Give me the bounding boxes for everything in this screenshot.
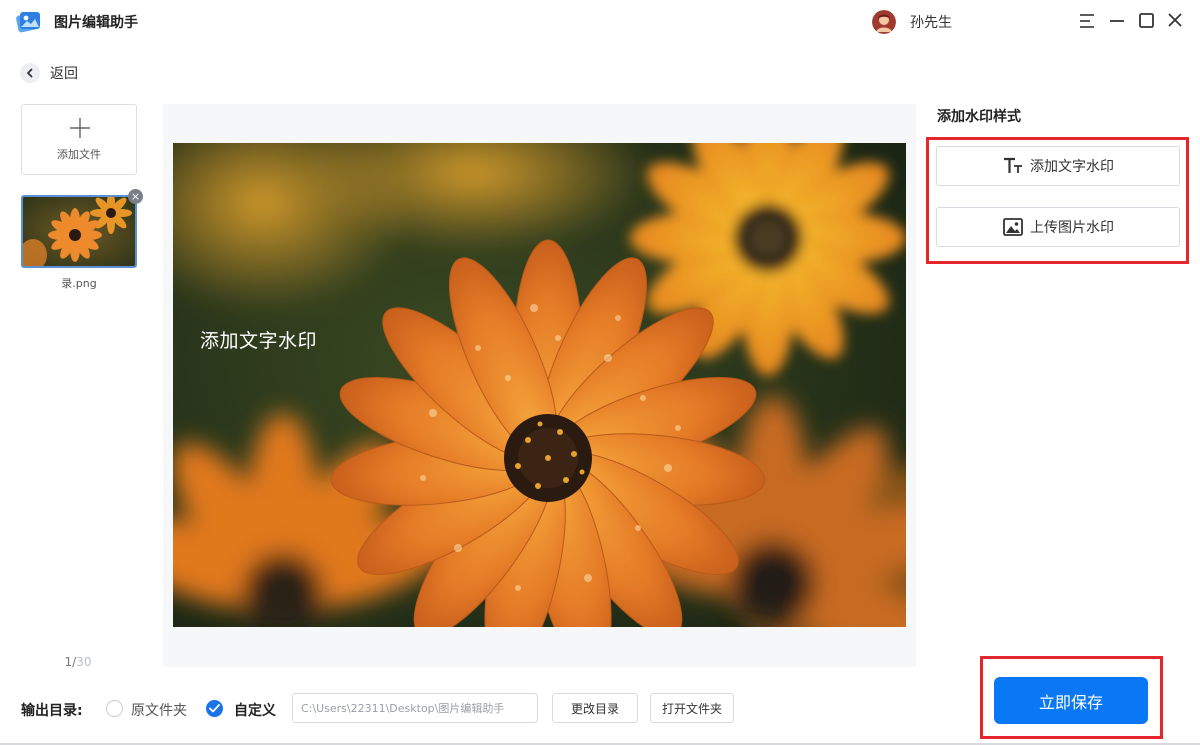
add-text-watermark-label: 添加文字水印 xyxy=(1030,159,1114,175)
flower-photo xyxy=(173,143,906,627)
back-chevron-icon xyxy=(20,63,40,83)
radio-custom[interactable] xyxy=(206,700,223,717)
watermark-section-title: 添加水印样式 xyxy=(937,109,1021,125)
maximize-icon[interactable] xyxy=(1135,10,1157,32)
save-now-button[interactable]: 立即保存 xyxy=(994,677,1148,724)
radio-original-folder-label[interactable]: 原文件夹 xyxy=(131,700,187,720)
back-button[interactable]: 返回 xyxy=(20,62,78,84)
add-text-watermark-button[interactable]: 添加文字水印 xyxy=(936,146,1180,186)
change-directory-button[interactable]: 更改目录 xyxy=(552,693,638,723)
username: 孙先生 xyxy=(910,15,952,31)
radio-custom-label[interactable]: 自定义 xyxy=(234,700,276,720)
avatar-image xyxy=(872,10,896,34)
check-icon xyxy=(209,704,220,713)
text-watermark-icon xyxy=(1002,156,1024,176)
preview-image[interactable] xyxy=(173,143,906,627)
total-pages: 30 xyxy=(76,655,92,669)
output-path-field[interactable] xyxy=(292,693,538,723)
image-watermark-icon xyxy=(1002,217,1024,237)
avatar[interactable] xyxy=(872,10,896,34)
menu-icon[interactable] xyxy=(1076,10,1098,32)
open-folder-button[interactable]: 打开文件夹 xyxy=(650,693,734,723)
add-file-label: 添加文件 xyxy=(57,148,101,161)
watermark-text-overlay[interactable]: 添加文字水印 xyxy=(200,326,317,353)
title-bar: 图片编辑助手 孙先生 xyxy=(0,0,1200,42)
file-name: 录.png xyxy=(61,277,97,290)
radio-original-folder[interactable] xyxy=(106,700,123,717)
minimize-icon[interactable] xyxy=(1106,10,1128,32)
add-file-button[interactable]: 添加文件 xyxy=(21,104,137,175)
app-logo-icon xyxy=(16,12,40,33)
remove-icon[interactable]: × xyxy=(128,189,143,204)
current-page: 1/ xyxy=(64,655,77,669)
app-title: 图片编辑助手 xyxy=(54,15,138,31)
close-icon[interactable] xyxy=(1164,10,1186,32)
back-label: 返回 xyxy=(50,66,78,82)
upload-image-watermark-button[interactable]: 上传图片水印 xyxy=(936,207,1180,247)
output-directory-label: 输出目录: xyxy=(21,703,83,719)
thumbnail-image xyxy=(23,197,135,266)
upload-image-watermark-label: 上传图片水印 xyxy=(1030,220,1114,236)
page-counter: 1/30 xyxy=(50,655,106,669)
plus-icon xyxy=(70,118,90,138)
file-thumbnail[interactable] xyxy=(21,195,137,268)
